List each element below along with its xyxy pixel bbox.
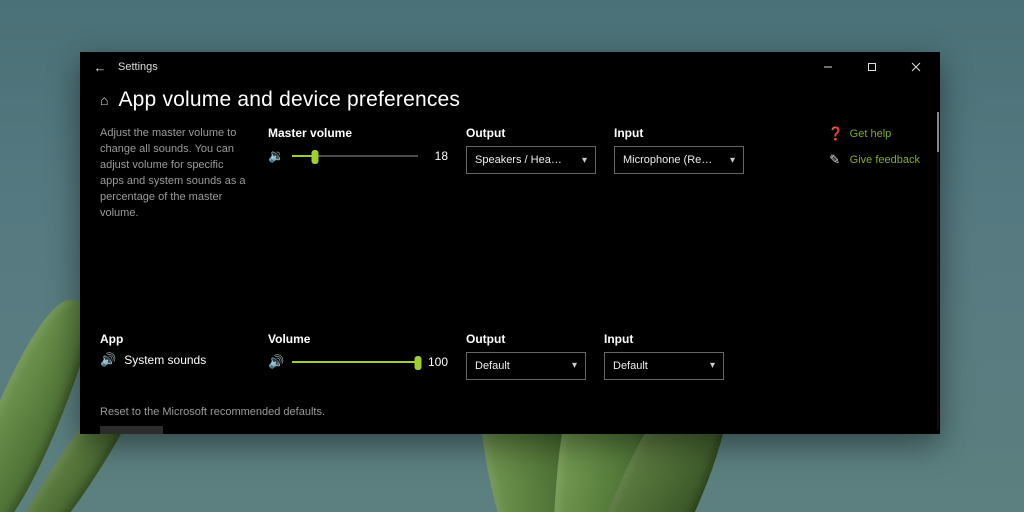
content-area: ⌂ App volume and device preferences Adju… xyxy=(80,82,940,434)
window-title: Settings xyxy=(118,61,158,73)
reset-button[interactable]: Reset xyxy=(100,426,163,434)
input-device-dropdown[interactable]: Microphone (Realte... ▾ xyxy=(614,146,744,174)
close-button[interactable] xyxy=(894,52,938,82)
speaker-icon: 🔊 xyxy=(268,354,284,370)
app-output-dropdown[interactable]: Default ▾ xyxy=(466,352,586,380)
output-label: Output xyxy=(466,126,596,140)
app-column-header: App xyxy=(100,332,250,346)
chevron-down-icon: ▾ xyxy=(710,360,715,371)
minimize-button[interactable] xyxy=(806,52,850,82)
app-volume-value: 100 xyxy=(426,355,448,369)
speaker-icon: 🔉 xyxy=(268,148,284,164)
maximize-icon xyxy=(867,62,877,72)
app-input-dropdown[interactable]: Default ▾ xyxy=(604,352,724,380)
close-icon xyxy=(911,62,921,72)
app-row-system-sounds: 🔊 System sounds xyxy=(100,352,250,368)
help-icon: ❓ xyxy=(828,126,842,142)
reset-description: Reset to the Microsoft recommended defau… xyxy=(100,406,920,418)
app-volume-slider[interactable] xyxy=(292,354,418,370)
side-links: ❓ Get help ✎ Give feedback xyxy=(828,126,920,178)
system-sounds-icon: 🔊 xyxy=(100,352,116,368)
chevron-down-icon: ▾ xyxy=(730,155,735,166)
chevron-down-icon: ▾ xyxy=(582,155,587,166)
master-volume-value: 18 xyxy=(426,149,448,163)
chevron-down-icon: ▾ xyxy=(572,360,577,371)
get-help-label: Get help xyxy=(850,128,892,140)
master-volume-label: Master volume xyxy=(268,126,448,140)
maximize-button[interactable] xyxy=(850,52,894,82)
output-device-value: Speakers / Headpho... xyxy=(475,154,567,166)
get-help-link[interactable]: ❓ Get help xyxy=(828,126,920,142)
minimize-icon xyxy=(823,62,833,72)
titlebar: ← Settings xyxy=(80,52,940,82)
input-label: Input xyxy=(614,126,744,140)
app-output-header: Output xyxy=(466,332,586,346)
master-volume-slider[interactable] xyxy=(292,148,418,164)
app-input-header: Input xyxy=(604,332,724,346)
home-icon[interactable]: ⌂ xyxy=(100,92,108,108)
volume-column-header: Volume xyxy=(268,332,448,346)
input-device-value: Microphone (Realte... xyxy=(623,154,715,166)
app-input-value: Default xyxy=(613,360,648,372)
page-description: Adjust the master volume to change all s… xyxy=(100,126,250,222)
app-output-value: Default xyxy=(475,360,510,372)
output-device-dropdown[interactable]: Speakers / Headpho... ▾ xyxy=(466,146,596,174)
give-feedback-link[interactable]: ✎ Give feedback xyxy=(828,152,920,168)
scrollbar[interactable] xyxy=(937,112,939,430)
give-feedback-label: Give feedback xyxy=(850,154,920,166)
back-button[interactable]: ← xyxy=(88,60,112,75)
settings-window: ← Settings ⌂ App volume and device prefe… xyxy=(80,52,940,434)
feedback-icon: ✎ xyxy=(828,152,842,168)
app-name: System sounds xyxy=(124,353,206,367)
page-title: App volume and device preferences xyxy=(118,88,460,112)
